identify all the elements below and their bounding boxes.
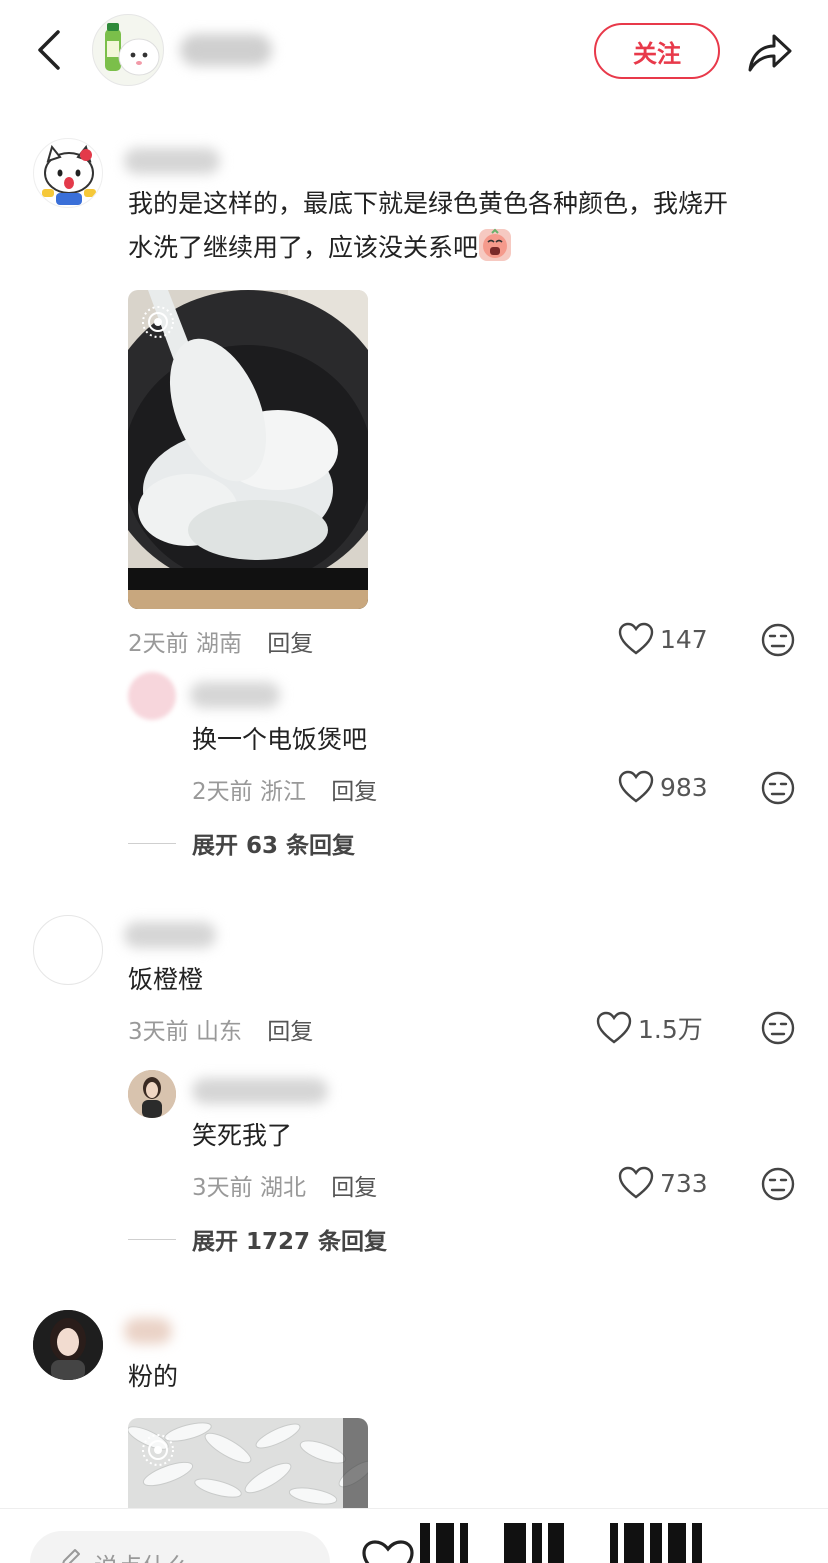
- comment-text-line2: 水洗了继续用了，应该没关系吧: [128, 226, 512, 270]
- author-avatar[interactable]: [92, 14, 164, 86]
- artifact-bar: [420, 1523, 430, 1563]
- reply-time: 3天前: [192, 1175, 253, 1201]
- live-photo-icon: [142, 1434, 174, 1466]
- comment-meta: 3天前 山东 回复: [128, 1012, 313, 1046]
- meh-face-icon[interactable]: [760, 770, 796, 806]
- like-count: 147: [660, 624, 708, 654]
- back-button[interactable]: [30, 26, 70, 74]
- avatar-illustration: [105, 23, 160, 76]
- artifact-bar: [504, 1523, 526, 1563]
- comment-location: 山东: [195, 1019, 242, 1045]
- artifact-bar: [624, 1523, 644, 1563]
- heart-icon: [618, 1166, 654, 1199]
- live-photo-icon: [142, 306, 174, 338]
- comment-input-placeholder: 说点什么: [94, 1547, 190, 1563]
- comment-text: 饭橙橙: [128, 965, 204, 994]
- artifact-bar: [610, 1523, 618, 1563]
- commenter-avatar[interactable]: [33, 138, 103, 208]
- author-name-blurred: [180, 34, 272, 66]
- artifact-bar: [436, 1523, 454, 1563]
- reply-location: 湖北: [259, 1175, 306, 1201]
- artifact-bar: [460, 1523, 468, 1563]
- reply-meta: 2天前 浙江 回复: [192, 772, 377, 806]
- meh-face-icon[interactable]: [760, 1166, 796, 1202]
- artifact-bar: [668, 1523, 686, 1563]
- top-bar: 关注: [0, 0, 828, 104]
- comment-photo[interactable]: [128, 290, 368, 609]
- comment-meta: 2天前 湖南 回复: [128, 624, 313, 658]
- reply-text: 换一个电饭煲吧: [192, 725, 368, 754]
- divider-line: [128, 1238, 176, 1240]
- commenter-name-blurred: [124, 1318, 172, 1344]
- comment-input[interactable]: 说点什么: [30, 1531, 330, 1563]
- reply-button[interactable]: 回复: [331, 779, 377, 805]
- like-button[interactable]: 1.5万: [596, 1010, 703, 1046]
- meh-face-icon[interactable]: [760, 622, 796, 658]
- reply-text: 笑死我了: [192, 1121, 293, 1150]
- share-button[interactable]: [744, 26, 796, 78]
- comment-time: 2天前: [128, 631, 189, 657]
- commenter-name-blurred: [124, 148, 220, 174]
- commenter-name-blurred: [124, 922, 216, 948]
- artifact-bar: [548, 1523, 564, 1563]
- comment-location: 湖南: [195, 631, 242, 657]
- divider-line: [128, 842, 176, 844]
- reply-avatar[interactable]: [128, 1070, 176, 1118]
- bottom-actions-rendering-artifact: [420, 1523, 820, 1563]
- reply-meta: 3天前 湖北 回复: [192, 1168, 377, 1202]
- artifact-bar: [692, 1523, 702, 1563]
- crying-face-emoji-icon: [479, 228, 512, 261]
- expand-replies-label: 展开 63 条回复: [192, 833, 356, 859]
- like-count: 983: [660, 772, 708, 802]
- back-icon: [38, 30, 60, 70]
- like-count: 1.5万: [638, 1015, 703, 1044]
- expand-replies-button[interactable]: 展开 1727 条回复: [128, 1222, 387, 1256]
- portrait-avatar-photo: [33, 1310, 103, 1380]
- expand-replies-button[interactable]: 展开 63 条回复: [128, 826, 355, 860]
- like-count: 733: [660, 1168, 708, 1198]
- heart-icon: [618, 770, 654, 803]
- reply-location: 浙江: [259, 779, 306, 805]
- heart-icon: [618, 622, 654, 655]
- artifact-bar: [650, 1523, 662, 1563]
- portrait-avatar-photo: [128, 1070, 176, 1118]
- comment-text: 我的是这样的，最底下就是绿色黄色各种颜色，我烧开: [128, 189, 729, 218]
- commenter-avatar[interactable]: [33, 1310, 103, 1380]
- reply-button[interactable]: 回复: [267, 631, 313, 657]
- reply-time: 2天前: [192, 779, 253, 805]
- reply-name-blurred: [190, 682, 280, 708]
- share-icon: [748, 34, 792, 72]
- bottom-action-bar: 说点什么: [0, 1508, 828, 1563]
- follow-button[interactable]: 关注: [594, 23, 720, 79]
- comment-text-part: 水洗了继续用了，应该没关系吧: [128, 233, 479, 262]
- reply-button[interactable]: 回复: [331, 1175, 377, 1201]
- expand-replies-label: 展开 1727 条回复: [192, 1229, 388, 1255]
- meh-face-icon[interactable]: [760, 1010, 796, 1046]
- like-button[interactable]: 733: [618, 1166, 708, 1200]
- comment-photo[interactable]: [128, 1418, 368, 1510]
- heart-icon[interactable]: [358, 1537, 418, 1563]
- artifact-bar: [532, 1523, 542, 1563]
- reply-button[interactable]: 回复: [267, 1019, 313, 1045]
- reply-avatar[interactable]: [128, 672, 176, 720]
- heart-icon: [596, 1011, 632, 1044]
- comment-time: 3天前: [128, 1019, 189, 1045]
- commenter-avatar[interactable]: [33, 915, 103, 985]
- like-button[interactable]: 983: [618, 770, 708, 804]
- comment-text: 粉的: [128, 1362, 179, 1391]
- pen-icon: [62, 1549, 80, 1563]
- like-button[interactable]: 147: [618, 622, 708, 656]
- reply-name-blurred: [192, 1078, 328, 1104]
- kitty-avatar-illustration: [42, 144, 96, 205]
